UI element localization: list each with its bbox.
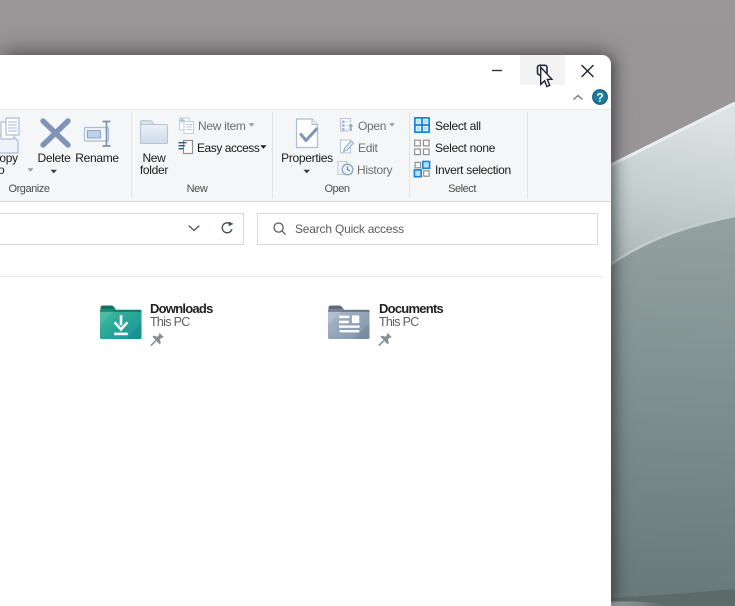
svg-text:?: ?: [596, 90, 603, 104]
